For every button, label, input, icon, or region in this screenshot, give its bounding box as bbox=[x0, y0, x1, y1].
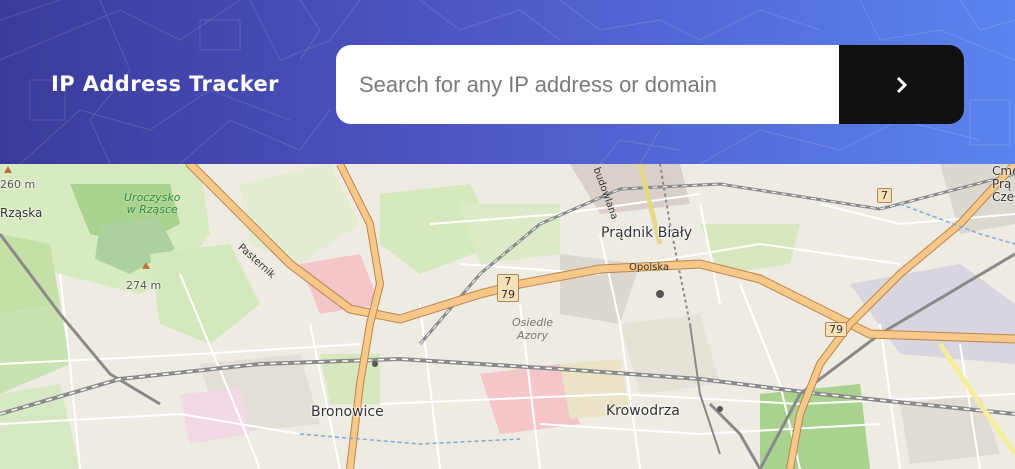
place-label-cze: Czeł bbox=[992, 190, 1015, 204]
place-label-krowodrza: Krowodrza bbox=[606, 403, 680, 419]
street-label-opolska: Opolska bbox=[629, 262, 670, 273]
park-label-line2: w Rząsce bbox=[126, 203, 178, 216]
place-label-rzaska: Rząska bbox=[0, 206, 43, 220]
district-label-line1: Osiedle bbox=[512, 316, 554, 329]
search-bar bbox=[336, 45, 964, 124]
district-label-azory: Osiedle Azory bbox=[512, 316, 553, 342]
chevron-right-icon bbox=[896, 76, 907, 93]
search-submit-button[interactable] bbox=[839, 45, 964, 124]
search-input[interactable] bbox=[336, 45, 839, 124]
app-header: IP Address Tracker bbox=[0, 0, 1015, 164]
place-label-pradnik-bialy: Prądnik Biały bbox=[601, 225, 693, 241]
road-shield-79: 79 bbox=[825, 322, 847, 337]
place-label-cme: Cme bbox=[992, 164, 1015, 178]
place-label-pra: Prą bbox=[992, 177, 1012, 191]
road-shield-number: 79 bbox=[501, 288, 515, 301]
app-title: IP Address Tracker bbox=[51, 72, 279, 96]
elevation-label-260: 260 m bbox=[0, 178, 36, 191]
district-label-line2: Azory bbox=[516, 329, 549, 342]
park-label-uroczysko: Uroczysko w Rząsce bbox=[124, 192, 180, 216]
elevation-label-274: 274 m bbox=[126, 279, 162, 292]
road-shield-7-79: 7 79 bbox=[497, 274, 519, 302]
map-view[interactable]: Prądnik Biały Bronowice Krowodrza Rząska… bbox=[0, 164, 1015, 469]
road-shield-7: 7 bbox=[877, 188, 892, 203]
road-shield-number: 7 bbox=[504, 275, 512, 288]
place-label-bronowice: Bronowice bbox=[311, 404, 384, 420]
